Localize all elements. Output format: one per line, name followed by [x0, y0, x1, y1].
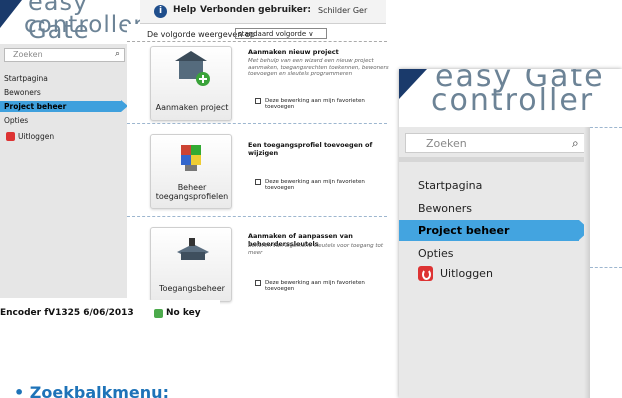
divider: [127, 216, 387, 217]
zoom-logo: easy Gate controller: [399, 69, 622, 127]
sidebar-item-startpagina[interactable]: Startpagina: [418, 179, 482, 192]
search-icon[interactable]: ⌕: [572, 136, 579, 151]
caption-text: Zoekbalkmenu:: [29, 383, 169, 398]
sidebar-item-project-beheer[interactable]: Project beheer: [399, 220, 579, 241]
power-icon[interactable]: [418, 266, 433, 281]
favorite-label: Deze bewerking aan mijn favorieten toevo…: [265, 179, 365, 191]
key-status: No key: [166, 308, 201, 318]
create-project-label: Aanmaken project: [155, 103, 229, 112]
cube-icon: [181, 145, 201, 171]
logo-line2: controller: [431, 83, 595, 118]
divider: [127, 123, 387, 124]
zoom-content-edge: [590, 127, 622, 398]
search-placeholder: Zoeken: [426, 137, 467, 150]
sidebar-item-uitloggen[interactable]: Uitloggen: [18, 132, 54, 141]
access-profiles-label: Beheer toegangsprofielen: [155, 183, 229, 201]
access-management-label: Toegangsbeheer: [159, 284, 225, 293]
section-description: Met behulp van een wizard een nieuw proj…: [248, 58, 389, 77]
access-management-card[interactable]: Toegangsbeheer: [150, 227, 232, 302]
favorite-label: Deze bewerking aan mijn favorieten toevo…: [265, 98, 365, 110]
logo-line2: controller: [24, 12, 140, 38]
sidebar-item-bewoners[interactable]: Bewoners: [4, 88, 41, 97]
sidebar-item-opties[interactable]: Opties: [418, 247, 454, 260]
access-profiles-card[interactable]: Beheer toegangsprofielen: [150, 134, 232, 209]
screenshot-stage: easy Gate controller i Help Verbonden ge…: [0, 0, 622, 398]
power-icon[interactable]: [6, 132, 15, 141]
section-description: Beheren van algemene sleutels voor toega…: [248, 243, 384, 256]
zoom-sidebar: Zoeken ⌕ Startpagina Bewoners Project be…: [399, 127, 590, 398]
favorite-checkbox[interactable]: [255, 280, 261, 286]
zoom-overlay: easy Gate controller Zoeken ⌕ Startpagin…: [399, 69, 622, 398]
search-placeholder: Zoeken: [13, 50, 43, 59]
connected-user-name: Schilder Ger: [318, 6, 368, 15]
divider: [590, 267, 622, 268]
search-icon[interactable]: ⌕: [115, 49, 120, 59]
status-bar: Encoder fV1325 6/06/2013 No key: [0, 300, 220, 324]
caption-heading: • Zoekbalkmenu:: [14, 383, 169, 398]
app-logo: easy Gate controller: [0, 0, 140, 40]
help-link[interactable]: Help: [173, 5, 196, 15]
main-content: De volgorde weergeven op standaard volgo…: [127, 24, 389, 302]
key-icon: [154, 309, 163, 318]
logo-wedge: [0, 0, 22, 28]
sidebar-item-uitloggen[interactable]: Uitloggen: [440, 267, 493, 280]
building-plus-icon: [175, 51, 210, 86]
section-title: Een toegangsprofiel toevoegen of wijzige…: [248, 141, 373, 157]
create-project-card[interactable]: Aanmaken project: [150, 46, 232, 121]
logo-wedge: [399, 69, 427, 99]
help-icon[interactable]: i: [154, 5, 167, 18]
top-bar: i Help Verbonden gebruiker: Schilder Ger: [140, 0, 386, 24]
search-input[interactable]: Zoeken ⌕: [405, 133, 588, 153]
favorite-checkbox[interactable]: [255, 98, 261, 104]
sidebar: Zoeken ⌕ Startpagina Bewoners Project be…: [0, 44, 128, 298]
search-input[interactable]: Zoeken ⌕: [4, 48, 125, 62]
sidebar-item-bewoners[interactable]: Bewoners: [418, 202, 472, 215]
favorite-checkbox[interactable]: [255, 179, 261, 185]
section-title: Aanmaken nieuw project: [248, 48, 339, 56]
favorite-label: Deze bewerking aan mijn favorieten toevo…: [265, 280, 365, 292]
order-select[interactable]: standaard volgorde ∨: [235, 28, 327, 39]
sidebar-item-project-beheer[interactable]: Project beheer: [0, 101, 121, 112]
key-programmer-icon: [177, 238, 209, 260]
divider: [590, 127, 622, 128]
separator: [399, 157, 590, 162]
sidebar-item-startpagina[interactable]: Startpagina: [4, 74, 48, 83]
order-select-value: standaard volgorde: [238, 30, 307, 38]
divider: [127, 41, 387, 42]
connected-user-label: Verbonden gebruiker:: [200, 5, 311, 15]
sidebar-item-opties[interactable]: Opties: [4, 116, 28, 125]
encoder-status: Encoder fV1325 6/06/2013: [0, 308, 134, 318]
